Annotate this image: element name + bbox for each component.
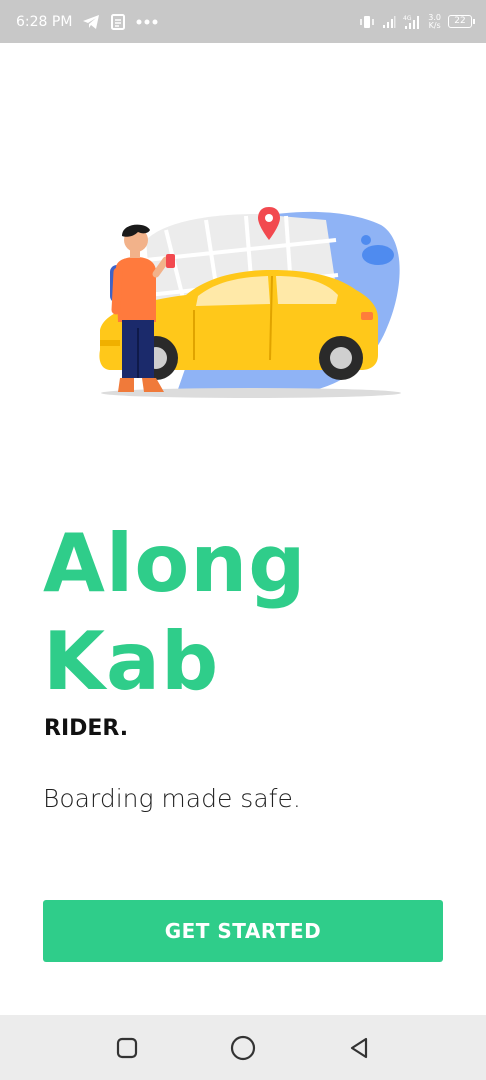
app-tagline: Boarding made safe.: [43, 784, 301, 813]
svg-text:4G: 4G: [403, 15, 412, 22]
network-speed: 3.0 K/s: [428, 13, 441, 30]
network-speed-unit: K/s: [428, 20, 441, 30]
status-bar: 6:28 PM 4G 3.0 K/s 22: [0, 0, 486, 43]
vibrate-icon: [359, 15, 375, 29]
recents-square-icon[interactable]: [112, 1033, 142, 1063]
back-triangle-icon[interactable]: [344, 1033, 374, 1063]
app-title: Along Kab: [43, 515, 307, 711]
battery-level: 22: [454, 16, 466, 26]
app-title-line1: Along: [43, 517, 307, 610]
telegram-icon: [82, 14, 100, 30]
get-started-button[interactable]: GET STARTED: [43, 900, 443, 962]
app-title-line2: Kab: [43, 615, 220, 708]
battery-icon: 22: [448, 15, 475, 28]
signal-4g-icon: 4G: [403, 14, 421, 30]
more-dots-icon: [136, 19, 158, 25]
app-subtitle: RIDER.: [44, 716, 129, 741]
system-nav-bar: [0, 1015, 486, 1080]
status-left: 6:28 PM: [16, 13, 158, 30]
rider-with-taxi-illustration: [86, 200, 406, 405]
home-circle-icon[interactable]: [228, 1033, 258, 1063]
news-icon: [110, 13, 126, 30]
status-right: 4G 3.0 K/s 22: [359, 13, 475, 30]
status-time: 6:28 PM: [16, 13, 73, 30]
signal-icon: [382, 15, 396, 29]
